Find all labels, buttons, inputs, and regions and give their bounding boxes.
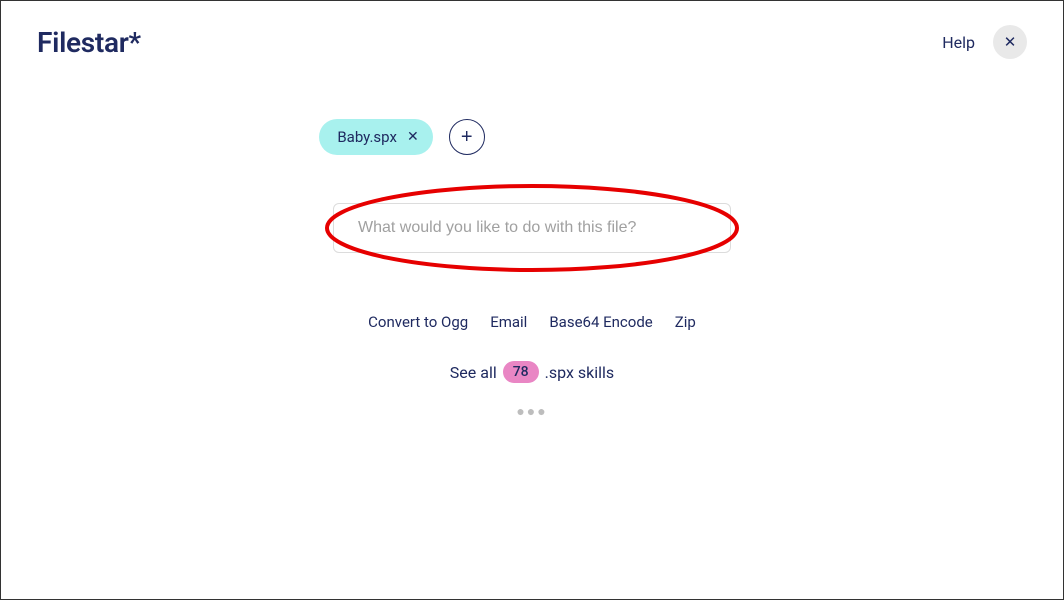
search-container bbox=[333, 203, 731, 253]
file-chip-label: Baby.spx bbox=[337, 128, 397, 146]
help-link[interactable]: Help bbox=[942, 33, 975, 52]
more-dots-icon[interactable]: ●●● bbox=[516, 403, 547, 420]
action-search-input[interactable] bbox=[333, 203, 731, 253]
skills-count-badge: 78 bbox=[503, 361, 539, 383]
suggestion-email[interactable]: Email bbox=[490, 313, 527, 331]
suggestion-zip[interactable]: Zip bbox=[675, 313, 696, 331]
main-content: Baby.spx ✕ + Convert to Ogg Email Base64… bbox=[1, 119, 1063, 420]
remove-file-icon[interactable]: ✕ bbox=[407, 130, 419, 144]
close-button[interactable]: ✕ bbox=[993, 25, 1027, 59]
app-header: Filestar* Help ✕ bbox=[1, 1, 1063, 59]
see-all-skills-link[interactable]: See all 78 .spx skills bbox=[450, 361, 614, 383]
close-icon: ✕ bbox=[1004, 33, 1017, 51]
file-row: Baby.spx ✕ + bbox=[319, 119, 484, 155]
app-logo: Filestar* bbox=[37, 26, 141, 59]
header-controls: Help ✕ bbox=[942, 25, 1027, 59]
add-file-button[interactable]: + bbox=[449, 119, 485, 155]
suggestion-base64-encode[interactable]: Base64 Encode bbox=[549, 313, 652, 331]
see-all-suffix: .spx skills bbox=[545, 363, 615, 382]
suggestion-convert-to-ogg[interactable]: Convert to Ogg bbox=[368, 313, 468, 331]
file-chip[interactable]: Baby.spx ✕ bbox=[319, 119, 432, 155]
plus-icon: + bbox=[461, 126, 473, 149]
see-all-prefix: See all bbox=[450, 363, 497, 382]
suggestions-row: Convert to Ogg Email Base64 Encode Zip bbox=[368, 313, 696, 331]
